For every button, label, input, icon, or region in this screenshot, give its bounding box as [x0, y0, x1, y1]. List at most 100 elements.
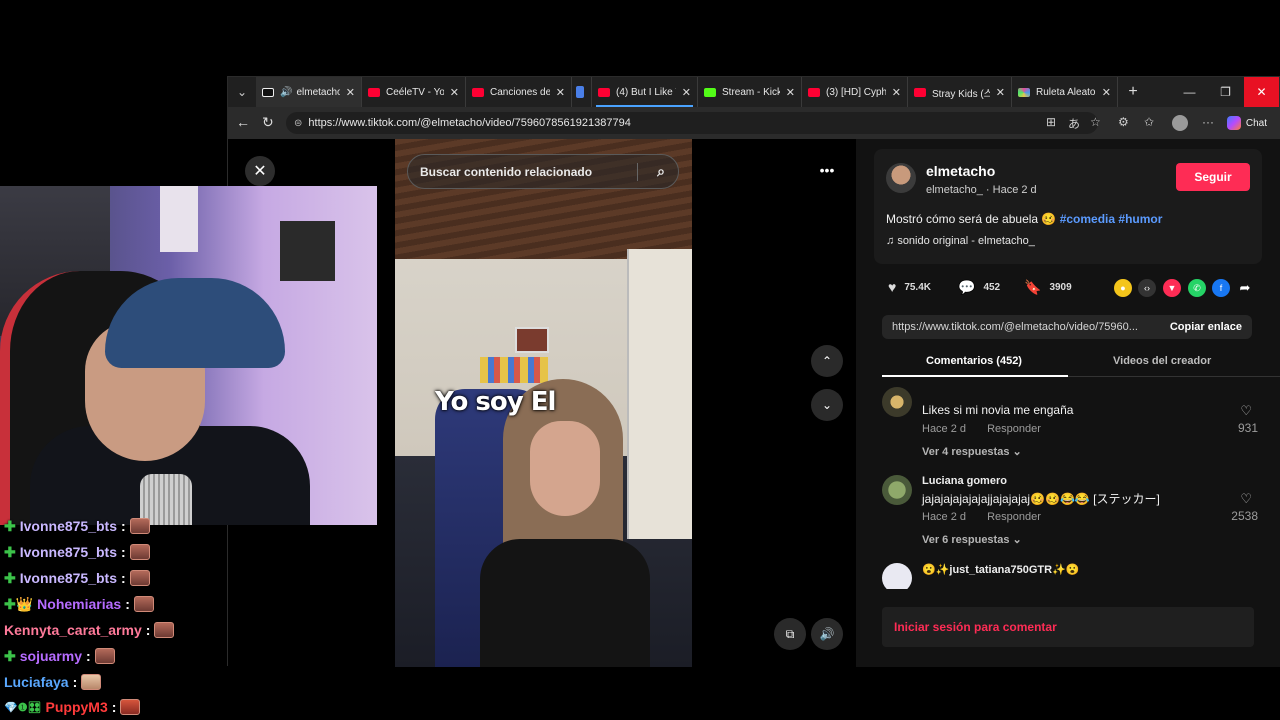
tab-kick-stream[interactable]: Stream - Kick I ✕	[698, 77, 802, 107]
translate-icon[interactable]: あ	[1068, 115, 1080, 132]
commenter-name[interactable]: Luciana gomero	[922, 475, 1007, 487]
commenter-avatar[interactable]	[882, 387, 912, 417]
restore-icon[interactable]: ❐	[1208, 77, 1243, 107]
chat-colon: :	[121, 570, 126, 586]
chat-message: ✚ Ivonne875_bts :	[4, 541, 150, 563]
tab-stray-kids[interactable]: Stray Kids (스트 ✕	[908, 77, 1012, 107]
video-person-face	[530, 421, 600, 516]
tab-title: Stray Kids (스트	[932, 88, 990, 100]
window-close-icon[interactable]: ✕	[1244, 77, 1279, 107]
hashtag-links[interactable]: #comedia #humor	[1060, 212, 1163, 226]
author-name[interactable]: elmetacho	[926, 163, 995, 179]
post-description: Mostró cómo será de abuela 🥴 #comedia #h…	[886, 212, 1162, 226]
music-note-icon: ♫	[886, 235, 895, 247]
tab-elmetacho[interactable]: 🔊 elmetacho ✕	[256, 77, 362, 107]
site-info-icon[interactable]: ⊜	[294, 118, 302, 129]
view-replies-button[interactable]: Ver 4 respuestas ⌄	[922, 445, 1022, 458]
youtube-icon	[808, 87, 820, 97]
profile-avatar[interactable]	[1172, 115, 1188, 131]
floating-player-icon[interactable]: ⧉	[774, 618, 806, 650]
tab-title: Ruleta Aleatori	[1036, 86, 1096, 98]
chat-username: Luciafaya	[4, 674, 69, 690]
new-tab-button[interactable]: +	[1118, 83, 1148, 101]
chat-badge: ✚	[4, 543, 16, 560]
reply-button[interactable]: Responder	[987, 423, 1041, 435]
coin-icon[interactable]: ●	[1114, 279, 1132, 297]
search-icon[interactable]: ⌕	[657, 163, 665, 180]
close-tab-icon[interactable]: ✕	[996, 86, 1005, 99]
login-to-comment-link[interactable]: Iniciar sesión para comentar	[894, 620, 1057, 634]
related-search-input[interactable]: Buscar contenido relacionado ⌕	[407, 154, 679, 189]
more-menu-icon[interactable]: ···	[1202, 115, 1214, 129]
commenter-avatar[interactable]	[882, 563, 912, 589]
close-tab-icon[interactable]: ✕	[786, 86, 795, 99]
webcam-poster	[280, 221, 335, 281]
follow-button[interactable]: Seguir	[1176, 163, 1250, 191]
copilot-chat-button[interactable]: Chat	[1221, 112, 1273, 134]
facebook-icon[interactable]: f	[1212, 279, 1230, 297]
chat-badge: ✚👑	[4, 595, 34, 612]
tab-title: (3) [HD] Cyphe	[826, 86, 886, 98]
login-to-comment-bar[interactable]: Iniciar sesión para comentar	[882, 607, 1254, 647]
favorite-star-icon[interactable]: ☆	[1090, 115, 1101, 129]
address-bar: ← ↻ ⊜ https://www.tiktok.com/@elmetacho/…	[228, 107, 1279, 139]
save-button[interactable]: 🔖 3909	[1024, 279, 1072, 296]
close-tab-icon[interactable]: ✕	[1102, 86, 1111, 99]
reload-icon[interactable]: ↻	[262, 114, 274, 131]
stream-chat-overlay: ✚ Ivonne875_bts : ✚ Ivonne875_bts : ✚ Iv…	[0, 514, 226, 720]
tab-list-chevron-icon[interactable]: ⌄	[228, 77, 256, 107]
speaker-icon[interactable]: 🔊	[280, 87, 292, 98]
chat-badge: ✚	[4, 647, 16, 664]
close-tab-icon[interactable]: ✕	[346, 86, 355, 99]
app-available-icon[interactable]: ⊞	[1046, 115, 1056, 129]
author-avatar[interactable]	[886, 163, 916, 193]
close-tab-icon[interactable]: ✕	[682, 86, 691, 99]
share-arrow-icon[interactable]: ➦	[1236, 279, 1254, 297]
like-button[interactable]: ♥ 75.4K	[888, 279, 931, 295]
tab-ruleta[interactable]: Ruleta Aleatori ✕	[1012, 77, 1118, 107]
chat-badge: ✚	[4, 517, 16, 534]
tab-ceeletv[interactable]: CeéleTV - YouT ✕	[362, 77, 466, 107]
youtube-icon	[914, 87, 926, 97]
chat-username: sojuarmy	[19, 648, 82, 664]
back-icon[interactable]: ←	[236, 114, 250, 130]
comment-like-icon[interactable]: ♡	[1240, 403, 1252, 419]
whatsapp-icon[interactable]: ✆	[1188, 279, 1206, 297]
video-frame[interactable]: Yo soy El	[395, 139, 692, 667]
url-field[interactable]: ⊜ https://www.tiktok.com/@elmetacho/vide…	[286, 112, 1098, 134]
minimize-icon[interactable]: —	[1172, 77, 1207, 107]
commenter-avatar[interactable]	[882, 475, 912, 505]
commenter-name[interactable]: 😮✨just_tatiana750GTR✨😮	[922, 563, 1080, 576]
tab-comments[interactable]: Comentarios (452)	[926, 355, 1022, 367]
tab-blank[interactable]	[572, 77, 592, 107]
reply-button[interactable]: Responder	[987, 511, 1041, 523]
view-replies-button[interactable]: Ver 6 respuestas ⌄	[922, 533, 1022, 546]
send-icon[interactable]: ▼	[1163, 279, 1181, 297]
kick-icon	[704, 87, 716, 97]
post-info-card: elmetacho elmetacho_ · Hace 2 d Seguir M…	[874, 149, 1262, 264]
tab-creator-videos[interactable]: Videos del creador	[1113, 355, 1211, 367]
favorites-icon[interactable]: ✩	[1144, 115, 1154, 129]
close-tab-icon[interactable]: ✕	[556, 86, 565, 99]
tab-cypher[interactable]: (3) [HD] Cyphe ✕	[802, 77, 908, 107]
more-options-icon[interactable]: •••	[811, 154, 843, 186]
embed-icon[interactable]: ‹›	[1138, 279, 1156, 297]
wheel-icon	[1018, 87, 1030, 97]
extensions-icon[interactable]: ⚙	[1118, 115, 1129, 129]
comment-button[interactable]: 💬 452	[958, 279, 1000, 296]
next-video-icon[interactable]: ⌄	[811, 389, 843, 421]
close-tab-icon[interactable]: ✕	[892, 86, 901, 99]
chat-message: ✚ Ivonne875_bts :	[4, 515, 150, 537]
previous-video-icon[interactable]: ⌃	[811, 345, 843, 377]
close-video-button[interactable]: ✕	[245, 156, 275, 186]
comment-like-icon[interactable]: ♡	[1240, 491, 1252, 507]
heart-icon: ♥	[888, 279, 897, 295]
music-row[interactable]: ♫ sonido original - elmetacho_	[886, 235, 1035, 247]
comment-meta: Hace 2 d Responder	[922, 423, 1059, 435]
close-tab-icon[interactable]: ✕	[450, 86, 459, 99]
copy-link-button[interactable]: Copiar enlace	[1170, 321, 1242, 333]
volume-icon[interactable]: 🔊	[811, 618, 843, 650]
tab-canciones[interactable]: Canciones de c ✕	[466, 77, 572, 107]
tab-but-i-like-you[interactable]: (4) But I Like Yo ✕	[592, 77, 698, 107]
chat-colon: :	[111, 699, 117, 715]
